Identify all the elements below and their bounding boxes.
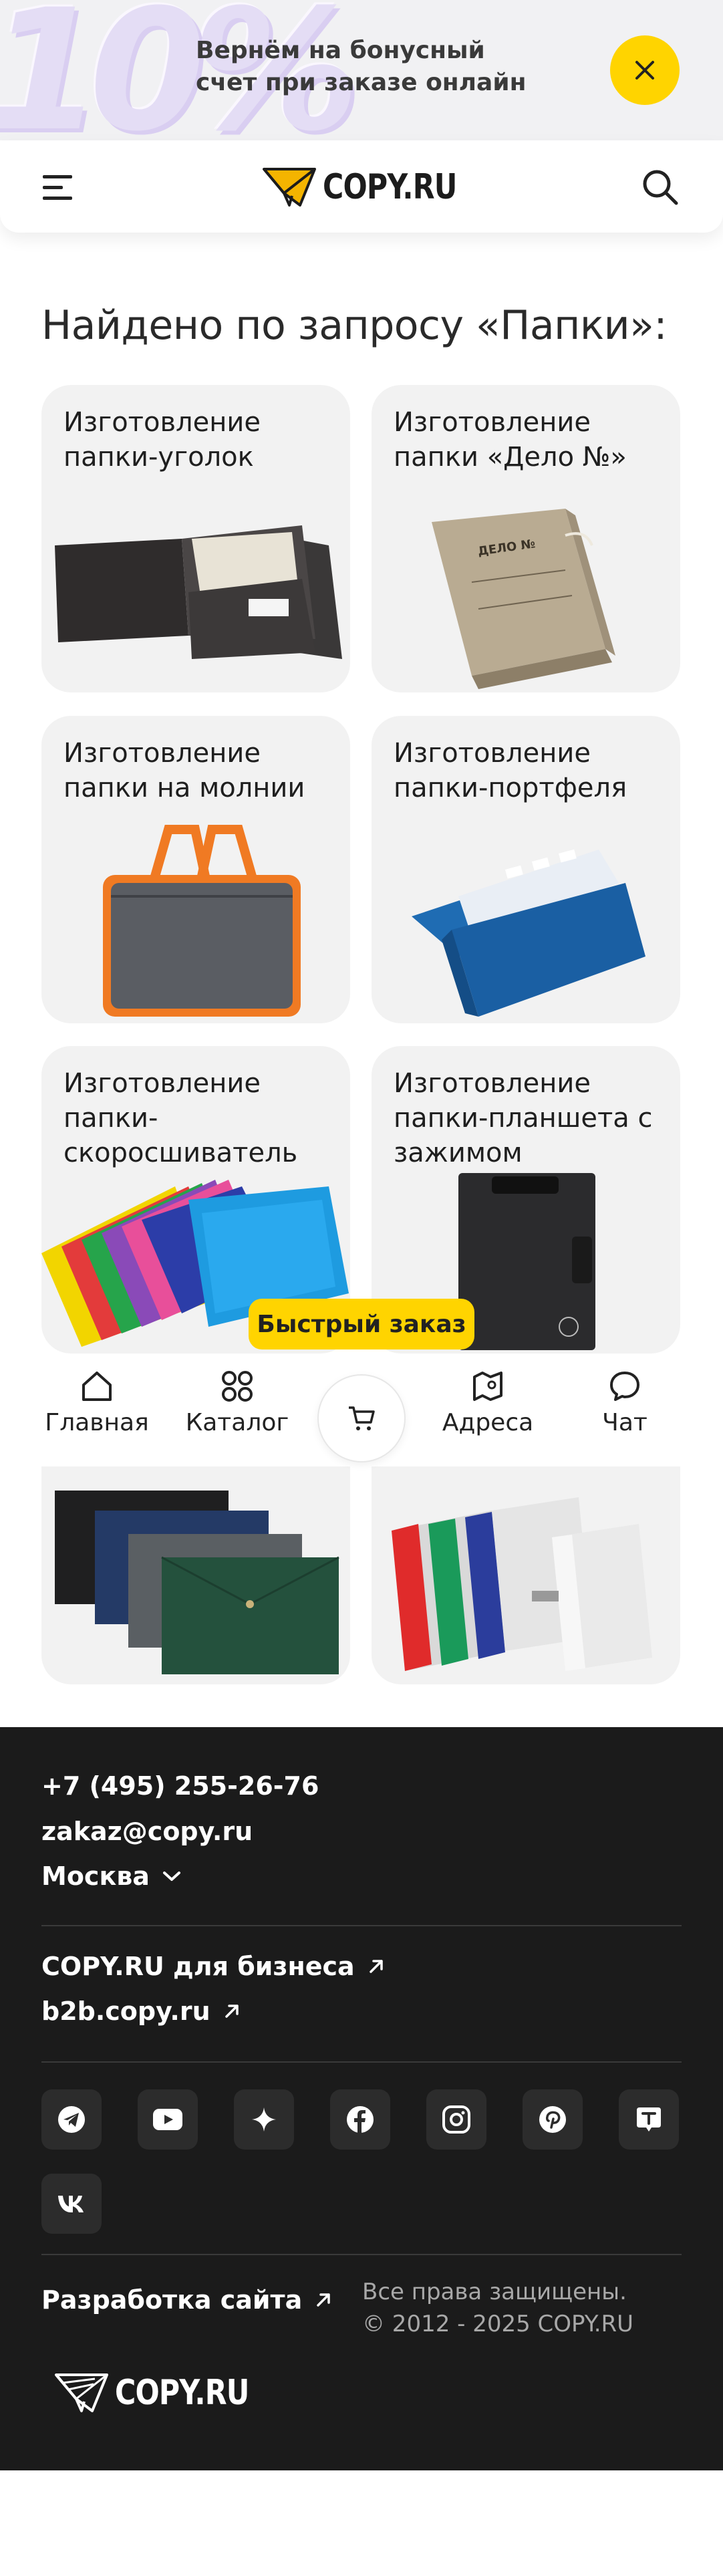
footer-divider	[41, 2061, 682, 2063]
card-title: Изготовление папки-портфеля	[394, 738, 627, 803]
social-dzen[interactable]	[234, 2089, 294, 2150]
paper-plane-logo-icon	[55, 2373, 108, 2412]
search-button[interactable]	[640, 167, 680, 207]
promo-close-button[interactable]	[610, 35, 680, 105]
chat-icon	[610, 1372, 639, 1401]
home-icon	[82, 1372, 112, 1401]
footer-dev-label: Разработка сайта	[41, 2285, 303, 2315]
nav-label: Главная	[45, 1409, 149, 1436]
site-header: COPY.RU	[0, 140, 723, 233]
copyright-line: © 2012 - 2025 COPY.RU	[362, 2311, 634, 2337]
social-facebook[interactable]	[330, 2089, 390, 2150]
card-title: Изготовление папки «Дело №»	[394, 407, 627, 473]
nav-label: Каталог	[185, 1409, 289, 1436]
footer-city-label: Москва	[41, 1861, 150, 1891]
map-pin-icon	[473, 1372, 502, 1401]
promo-text: Вернём на бонусный счет при заказе онлай…	[196, 37, 527, 96]
social-pinterest[interactable]	[523, 2089, 583, 2150]
nav-label: Чат	[602, 1409, 647, 1436]
promo-banner: 10% Вернём на бонусный счет при заказе о…	[0, 0, 723, 140]
nav-item-home[interactable]: Главная	[45, 1369, 149, 1436]
footer-phone[interactable]: +7 (495) 255-26-76	[41, 1771, 319, 1801]
paper-plane-logo-icon	[263, 168, 316, 207]
product-card-zip-folder[interactable]: Изготовление папки на молнии	[41, 716, 350, 1023]
fast-order-button[interactable]: Быстрый заказ	[249, 1299, 474, 1349]
footer-copyright: Все права защищены. © 2012 - 2025 COPY.R…	[362, 2276, 676, 2340]
youtube-icon	[153, 2109, 182, 2130]
pinterest-icon	[539, 2106, 566, 2133]
telegram-icon	[58, 2106, 85, 2133]
footer-b2b-link[interactable]: b2b.copy.ru	[41, 1997, 241, 2026]
footer-logo-text: COPY.RU	[115, 2373, 249, 2413]
blue-expanding-folder-image	[412, 849, 645, 1017]
instagram-icon	[442, 2105, 470, 2134]
footer-city-select[interactable]: Москва	[41, 1861, 182, 1891]
results-title: Найдено по запросу «Папки»:	[41, 302, 668, 349]
site-footer: +7 (495) 255-26-76 zakaz@copy.ru Москва …	[0, 1727, 723, 2470]
hamburger-line	[43, 196, 72, 200]
nav-item-addresses[interactable]: Адреса	[434, 1369, 541, 1436]
vk-icon	[58, 2196, 84, 2212]
facebook-icon	[347, 2106, 374, 2133]
footer-email[interactable]: zakaz@copy.ru	[41, 1817, 253, 1846]
social-t[interactable]	[619, 2089, 679, 2150]
archive-box-folders-image	[392, 1497, 652, 1671]
search-icon	[643, 170, 678, 205]
arrow-up-right-icon	[225, 2005, 239, 2018]
footer-b2b-label: b2b.copy.ru	[41, 1997, 210, 2026]
social-telegram[interactable]	[41, 2089, 102, 2150]
social-youtube[interactable]	[138, 2089, 198, 2150]
social-vk[interactable]	[41, 2174, 102, 2234]
product-card-corner-folder[interactable]: Изготовление папки-уголок	[41, 385, 350, 692]
footer-business-link[interactable]: COPY.RU для бизнеса	[41, 1952, 386, 1981]
footer-dev-link[interactable]: Разработка сайта	[41, 2285, 333, 2315]
hamburger-line	[43, 185, 63, 189]
hamburger-icon	[43, 174, 72, 178]
card-title: Изготовление папки-уголок	[63, 407, 261, 473]
footer-divider	[41, 2254, 682, 2255]
cart-icon	[349, 1406, 375, 1430]
envelope-button-folders-image	[55, 1491, 339, 1674]
product-card-portfolio-folder[interactable]: Изготовление папки-портфеля	[372, 716, 680, 1023]
social-instagram[interactable]	[426, 2089, 486, 2150]
footer-business-label: COPY.RU для бизнеса	[41, 1952, 355, 1981]
card-title: Изготовление папки-планшета с зажимом	[394, 1068, 653, 1168]
arrow-up-right-icon	[317, 2293, 330, 2307]
footer-logo[interactable]: COPY.RU	[55, 2369, 279, 2417]
footer-divider	[41, 1925, 682, 1926]
cardboard-delo-folder-image: ДЕЛО №	[432, 509, 615, 689]
chevron-down-icon	[162, 1872, 180, 1881]
close-icon	[635, 61, 654, 80]
menu-button[interactable]	[43, 167, 83, 207]
card-title: Изготовление папки-скоросшиватель	[63, 1068, 298, 1168]
site-logo[interactable]: COPY.RU	[263, 163, 486, 211]
t-icon	[637, 2107, 661, 2132]
bottom-navigation: Главная Каталог Адреса Чат	[0, 1354, 723, 1466]
arrow-up-right-icon	[369, 1960, 383, 1973]
copyright-line: Все права защищены.	[362, 2279, 627, 2305]
sparkle-icon	[252, 2107, 276, 2132]
product-card-delo-folder[interactable]: Изготовление папки «Дело №» ДЕЛО №	[372, 385, 680, 692]
logo-text: COPY.RU	[323, 167, 457, 207]
black-corner-folder-image	[55, 525, 342, 659]
nav-item-cart[interactable]	[317, 1374, 406, 1462]
nav-label: Адреса	[442, 1409, 534, 1436]
card-title: Изготовление папки на молнии	[63, 738, 305, 803]
catalog-icon	[222, 1371, 253, 1402]
nav-item-chat[interactable]: Чат	[588, 1369, 662, 1436]
gray-zip-bag-folder-image	[103, 825, 301, 1017]
nav-item-catalog[interactable]: Каталог	[180, 1369, 294, 1436]
